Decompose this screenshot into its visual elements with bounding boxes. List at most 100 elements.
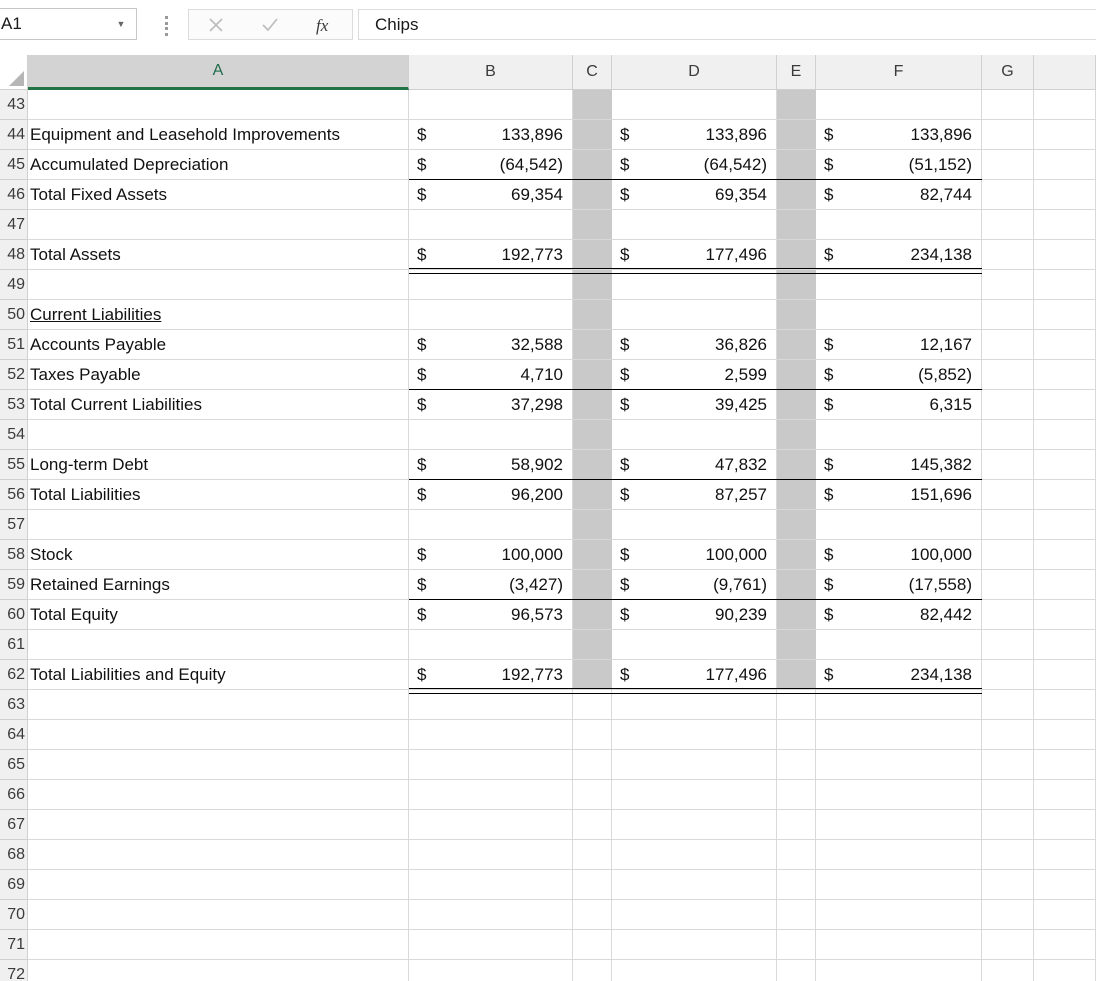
cell-C62[interactable] [573, 660, 612, 690]
cell-A71[interactable] [28, 930, 409, 960]
cell-F54[interactable] [816, 420, 982, 450]
cell-G48[interactable] [982, 240, 1034, 270]
row-header-50[interactable]: 50 [0, 300, 28, 330]
cell-C47[interactable] [573, 210, 612, 240]
cell-E67[interactable] [777, 810, 816, 840]
row-header-58[interactable]: 58 [0, 540, 28, 570]
cell-C48[interactable] [573, 240, 612, 270]
cell-C54[interactable] [573, 420, 612, 450]
cell-A65[interactable] [28, 750, 409, 780]
row-header-44[interactable]: 44 [0, 120, 28, 150]
cell-G70[interactable] [982, 900, 1034, 930]
cell-B57[interactable] [409, 510, 573, 540]
cell-C70[interactable] [573, 900, 612, 930]
formula-input[interactable]: Chips [358, 9, 1096, 40]
cell-F70[interactable] [816, 900, 982, 930]
cell-A49[interactable] [28, 270, 409, 300]
row-header-65[interactable]: 65 [0, 750, 28, 780]
row-header-61[interactable]: 61 [0, 630, 28, 660]
row-header-46[interactable]: 46 [0, 180, 28, 210]
cell-C72[interactable] [573, 960, 612, 981]
row-header-60[interactable]: 60 [0, 600, 28, 630]
cell-A66[interactable] [28, 780, 409, 810]
row-header-53[interactable]: 53 [0, 390, 28, 420]
cell-H65[interactable] [1034, 750, 1096, 780]
cell-H59[interactable] [1034, 570, 1096, 600]
row-header-57[interactable]: 57 [0, 510, 28, 540]
cell-G57[interactable] [982, 510, 1034, 540]
column-header-a[interactable]: A [28, 55, 409, 90]
cell-G68[interactable] [982, 840, 1034, 870]
cell-H54[interactable] [1034, 420, 1096, 450]
cell-H70[interactable] [1034, 900, 1096, 930]
cell-F49[interactable] [816, 270, 982, 300]
cell-C49[interactable] [573, 270, 612, 300]
cell-D43[interactable] [612, 90, 777, 120]
cell-F69[interactable] [816, 870, 982, 900]
row-header-55[interactable]: 55 [0, 450, 28, 480]
cell-D65[interactable] [612, 750, 777, 780]
cell-H71[interactable] [1034, 930, 1096, 960]
cell-E58[interactable] [777, 540, 816, 570]
cell-G43[interactable] [982, 90, 1034, 120]
cell-H63[interactable] [1034, 690, 1096, 720]
cell-A67[interactable] [28, 810, 409, 840]
cell-F67[interactable] [816, 810, 982, 840]
cell-E48[interactable] [777, 240, 816, 270]
row-header-47[interactable]: 47 [0, 210, 28, 240]
cell-F71[interactable] [816, 930, 982, 960]
cell-G46[interactable] [982, 180, 1034, 210]
cell-G55[interactable] [982, 450, 1034, 480]
cell-G64[interactable] [982, 720, 1034, 750]
cell-H52[interactable] [1034, 360, 1096, 390]
cell-C45[interactable] [573, 150, 612, 180]
cell-F65[interactable] [816, 750, 982, 780]
row-header-69[interactable]: 69 [0, 870, 28, 900]
cell-C68[interactable] [573, 840, 612, 870]
cell-G62[interactable] [982, 660, 1034, 690]
row-header-59[interactable]: 59 [0, 570, 28, 600]
cell-A64[interactable] [28, 720, 409, 750]
cell-G56[interactable] [982, 480, 1034, 510]
cell-C64[interactable] [573, 720, 612, 750]
cell-F72[interactable] [816, 960, 982, 981]
cell-G50[interactable] [982, 300, 1034, 330]
insert-function-button[interactable]: fx [303, 10, 347, 39]
cell-H57[interactable] [1034, 510, 1096, 540]
cell-E47[interactable] [777, 210, 816, 240]
cell-G47[interactable] [982, 210, 1034, 240]
row-header-67[interactable]: 67 [0, 810, 28, 840]
cell-H45[interactable] [1034, 150, 1096, 180]
select-all-corner[interactable] [0, 55, 28, 90]
cell-G58[interactable] [982, 540, 1034, 570]
cell-C60[interactable] [573, 600, 612, 630]
row-header-72[interactable]: 72 [0, 960, 28, 981]
cell-D63[interactable] [612, 690, 777, 720]
cell-E45[interactable] [777, 150, 816, 180]
column-header-partial[interactable] [1034, 55, 1096, 90]
column-header-g[interactable]: G [982, 55, 1034, 90]
cell-H51[interactable] [1034, 330, 1096, 360]
cell-A61[interactable] [28, 630, 409, 660]
cell-B49[interactable] [409, 270, 573, 300]
cell-H56[interactable] [1034, 480, 1096, 510]
cell-E70[interactable] [777, 900, 816, 930]
cell-D50[interactable] [612, 300, 777, 330]
cell-H60[interactable] [1034, 600, 1096, 630]
cell-A69[interactable] [28, 870, 409, 900]
cell-E60[interactable] [777, 600, 816, 630]
cell-E61[interactable] [777, 630, 816, 660]
cell-A70[interactable] [28, 900, 409, 930]
cell-H61[interactable] [1034, 630, 1096, 660]
cell-C46[interactable] [573, 180, 612, 210]
cell-D61[interactable] [612, 630, 777, 660]
cell-D57[interactable] [612, 510, 777, 540]
cell-G49[interactable] [982, 270, 1034, 300]
cell-A63[interactable] [28, 690, 409, 720]
cell-C44[interactable] [573, 120, 612, 150]
cell-D47[interactable] [612, 210, 777, 240]
cell-G53[interactable] [982, 390, 1034, 420]
cell-H64[interactable] [1034, 720, 1096, 750]
row-header-63[interactable]: 63 [0, 690, 28, 720]
cell-D64[interactable] [612, 720, 777, 750]
